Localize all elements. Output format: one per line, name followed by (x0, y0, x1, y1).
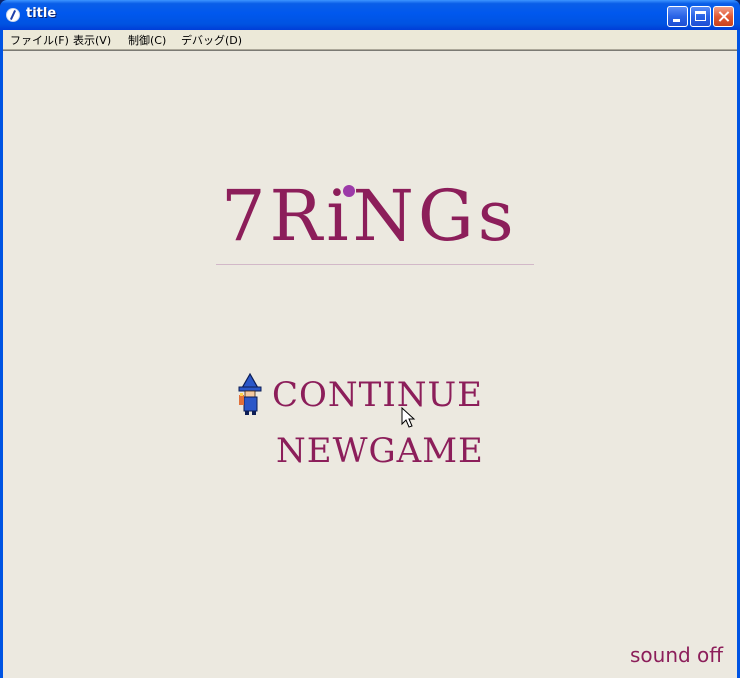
game-title-logo: 7RiNGs (221, 175, 518, 257)
app-icon[interactable] (6, 8, 20, 22)
title-bar[interactable]: title (0, 0, 740, 30)
minimize-button[interactable] (667, 6, 688, 27)
newgame-option[interactable]: NEWGAME (276, 431, 484, 471)
window-title: title (26, 6, 57, 21)
title-underline-divider (216, 264, 534, 265)
menu-file[interactable]: ファイル(F) (10, 32, 69, 48)
menu-bar: ファイル(F) 表示(V) 制御(C) デバッグ(D) (3, 30, 737, 50)
game-canvas[interactable]: 7RiNGs CONTINUE NEWGAME sound off (3, 50, 737, 678)
wizard-sprite-icon (238, 372, 262, 415)
menu-view[interactable]: 表示(V) (73, 32, 111, 48)
menu-debug[interactable]: デバッグ(D) (181, 32, 242, 48)
mouse-cursor-icon (401, 407, 416, 428)
menu-control[interactable]: 制御(C) (128, 32, 166, 48)
maximize-button[interactable] (690, 6, 711, 27)
close-button[interactable] (713, 6, 734, 27)
app-window: title ファイル(F) 表示(V) 制御(C) デバッグ(D) 7RiNGs… (0, 0, 740, 678)
title-dot-ornament (343, 185, 355, 197)
continue-option[interactable]: CONTINUE (272, 375, 483, 415)
sound-toggle[interactable]: sound off (630, 643, 723, 667)
